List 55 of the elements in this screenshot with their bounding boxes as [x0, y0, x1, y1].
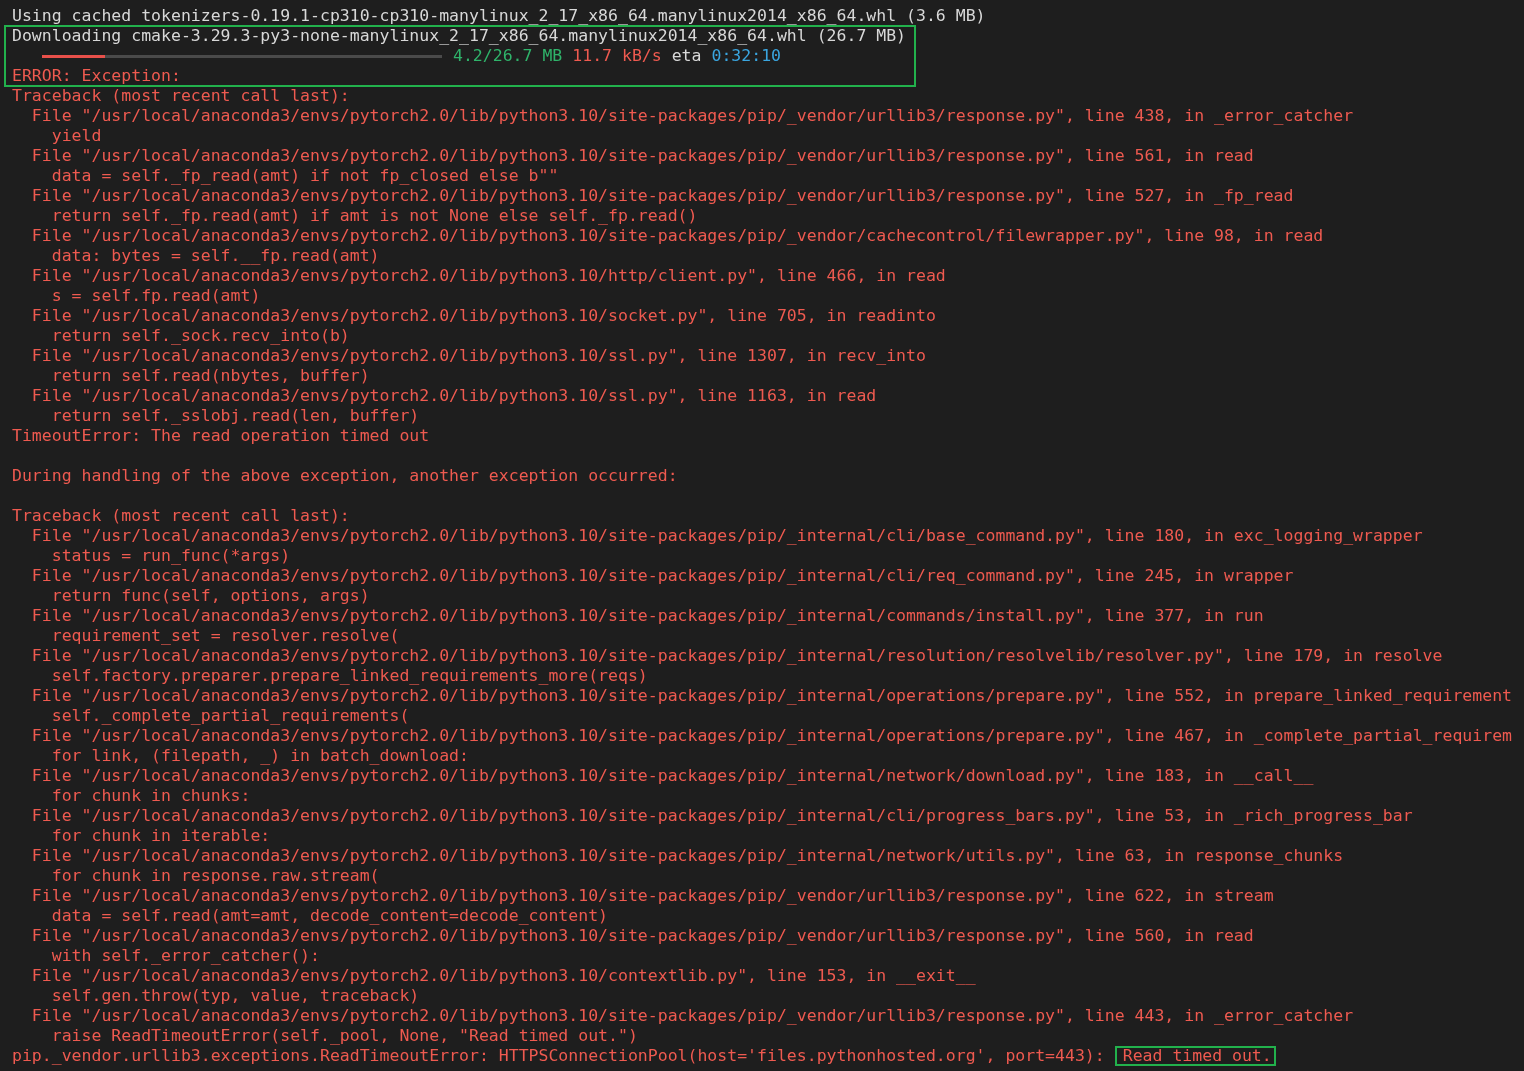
- error-line: File "/usr/local/anaconda3/envs/pytorch2.0/lib/python3.10/site-packages/pip/_vendor/urllib3/response.py", line 561, in read: [30, 148, 1254, 164]
- error-line: requirement_set = resolver.resolve(: [50, 628, 400, 644]
- error-line: File "/usr/local/anaconda3/envs/pytorch2.0/lib/python3.10/site-packages/pip/_vendor/urllib3/response.py", line 560, in read: [30, 928, 1254, 944]
- highlighted-text: Read timed out.: [1114, 1046, 1276, 1066]
- error-line: Traceback (most recent call last):: [12, 88, 350, 104]
- error-line: for link, (filepath, _) in batch_download:: [50, 748, 469, 764]
- error-line: return self._fp.read(amt) if amt is not None else self._fp.read(): [50, 208, 698, 224]
- error-line: File "/usr/local/anaconda3/envs/pytorch2.0/lib/python3.10/site-packages/pip/_internal/network/download.py", line 183, in __call__: [30, 768, 1314, 784]
- error-line: File "/usr/local/anaconda3/envs/pytorch2.0/lib/python3.10/site-packages/pip/_vendor/urllib3/response.py", line 438, in _error_catcher: [30, 108, 1354, 124]
- output-line: Downloading cmake-3.29.3-py3-none-manylinux_2_17_x86_64.manylinux2014_x86_64.whl (26.7 MB): [12, 28, 907, 44]
- error-line: return self.read(nbytes, buffer): [50, 368, 370, 384]
- error-line: Traceback (most recent call last):: [12, 508, 350, 524]
- error-line: File "/usr/local/anaconda3/envs/pytorch2.0/lib/python3.10/site-packages/pip/_internal/commands/install.py", line 377, in run: [30, 608, 1264, 624]
- error-line: for chunk in response.raw.stream(: [50, 868, 380, 884]
- error-line: File "/usr/local/anaconda3/envs/pytorch2.0/lib/python3.10/http/client.py", line 466, in read: [30, 268, 946, 284]
- error-line: File "/usr/local/anaconda3/envs/pytorch2.0/lib/python3.10/site-packages/pip/_vendor/urllib3/response.py", line 527, in _fp_read: [30, 188, 1294, 204]
- error-line: for chunk in iterable:: [50, 828, 271, 844]
- error-line: File "/usr/local/anaconda3/envs/pytorch2.0/lib/python3.10/site-packages/pip/_internal/cli/progress_bars.py", line 53, in _rich_progress_bar: [30, 808, 1413, 824]
- error-line: self.factory.preparer.prepare_linked_requirements_more(reqs): [50, 668, 648, 684]
- error-line: File "/usr/local/anaconda3/envs/pytorch2.0/lib/python3.10/site-packages/pip/_internal/resolution/resolvelib/resolver.py", line 179, in resolve: [30, 648, 1443, 664]
- error-line: File "/usr/local/anaconda3/envs/pytorch2.0/lib/python3.10/site-packages/pip/_vendor/cachecontrol/filewrapper.py", line 98, in read: [30, 228, 1324, 244]
- error-line: TimeoutError: The read operation timed out: [12, 428, 430, 444]
- error-line: File "/usr/local/anaconda3/envs/pytorch2.0/lib/python3.10/site-packages/pip/_internal/operations/prepare.py", line 467, in _complete_partial_requirem: [30, 728, 1512, 744]
- eta-label: eta: [671, 46, 702, 66]
- error-line: raise ReadTimeoutError(self._pool, None, "Read timed out."): [50, 1028, 638, 1044]
- error-line: data = self.read(amt=amt, decode_content=decode_content): [50, 908, 609, 924]
- error-line: File "/usr/local/anaconda3/envs/pytorch2.0/lib/python3.10/site-packages/pip/_internal/cli/req_command.py", line 245, in wrapper: [30, 568, 1294, 584]
- error-line: return self._sslobj.read(len, buffer): [50, 408, 420, 424]
- error-line: status = run_func(*args): [50, 548, 291, 564]
- error-line: File "/usr/local/anaconda3/envs/pytorch2.0/lib/python3.10/site-packages/pip/_vendor/urllib3/response.py", line 443, in _error_catcher: [30, 1008, 1354, 1024]
- output-line: Using cached tokenizers-0.19.1-cp310-cp310-manylinux_2_17_x86_64.manylinux2014_x86_64.whl (3.6 MB): [12, 8, 986, 24]
- error-line: During handling of the above exception, another exception occurred:: [12, 468, 678, 484]
- error-line: self.gen.throw(typ, value, traceback): [50, 988, 420, 1004]
- eta-time: 0:32:10: [711, 46, 782, 66]
- error-line: yield: [50, 128, 102, 144]
- error-line: data = self._fp_read(amt) if not fp_closed else b"": [50, 168, 559, 184]
- error-line: File "/usr/local/anaconda3/envs/pytorch2.0/lib/python3.10/ssl.py", line 1307, in recv_into: [30, 348, 926, 364]
- error-line: for chunk in chunks:: [50, 788, 251, 804]
- download-size: 4.2/26.7 MB: [453, 46, 563, 66]
- error-line: with self._error_catcher():: [50, 948, 320, 964]
- error-line: File "/usr/local/anaconda3/envs/pytorch2.0/lib/python3.10/site-packages/pip/_internal/network/utils.py", line 63, in response_chunks: [30, 848, 1344, 864]
- error-line: File "/usr/local/anaconda3/envs/pytorch2.0/lib/python3.10/site-packages/pip/_internal/operations/prepare.py", line 552, in prepare_linked_requirement: [30, 688, 1512, 704]
- error-line: data: bytes = self.__fp.read(amt): [50, 248, 380, 264]
- error-line: File "/usr/local/anaconda3/envs/pytorch2.0/lib/python3.10/socket.py", line 705, in readinto: [30, 308, 936, 324]
- error-line: File "/usr/local/anaconda3/envs/pytorch2.0/lib/python3.10/contextlib.py", line 153, in __exit__: [30, 968, 976, 984]
- download-speed: 11.7 kB/s: [572, 46, 662, 66]
- error-line: ERROR: Exception:: [12, 68, 181, 84]
- error-line: File "/usr/local/anaconda3/envs/pytorch2.0/lib/python3.10/site-packages/pip/_internal/cli/base_command.py", line 180, in exc_logging_wrapper: [30, 528, 1423, 544]
- error-line: return self._sock.recv_into(b): [50, 328, 350, 344]
- error-line: self._complete_partial_requirements(: [50, 708, 410, 724]
- error-line: s = self.fp.read(amt): [50, 288, 261, 304]
- error-line: pip._vendor.urllib3.exceptions.ReadTimeoutError: HTTPSConnectionPool(host='files.pythonhosted.org', port=443):: [12, 1048, 1105, 1064]
- error-line: return func(self, options, args): [50, 588, 370, 604]
- error-line: File "/usr/local/anaconda3/envs/pytorch2.0/lib/python3.10/ssl.py", line 1163, in read: [30, 388, 877, 404]
- error-line: File "/usr/local/anaconda3/envs/pytorch2.0/lib/python3.10/site-packages/pip/_vendor/urllib3/response.py", line 622, in stream: [30, 888, 1274, 904]
